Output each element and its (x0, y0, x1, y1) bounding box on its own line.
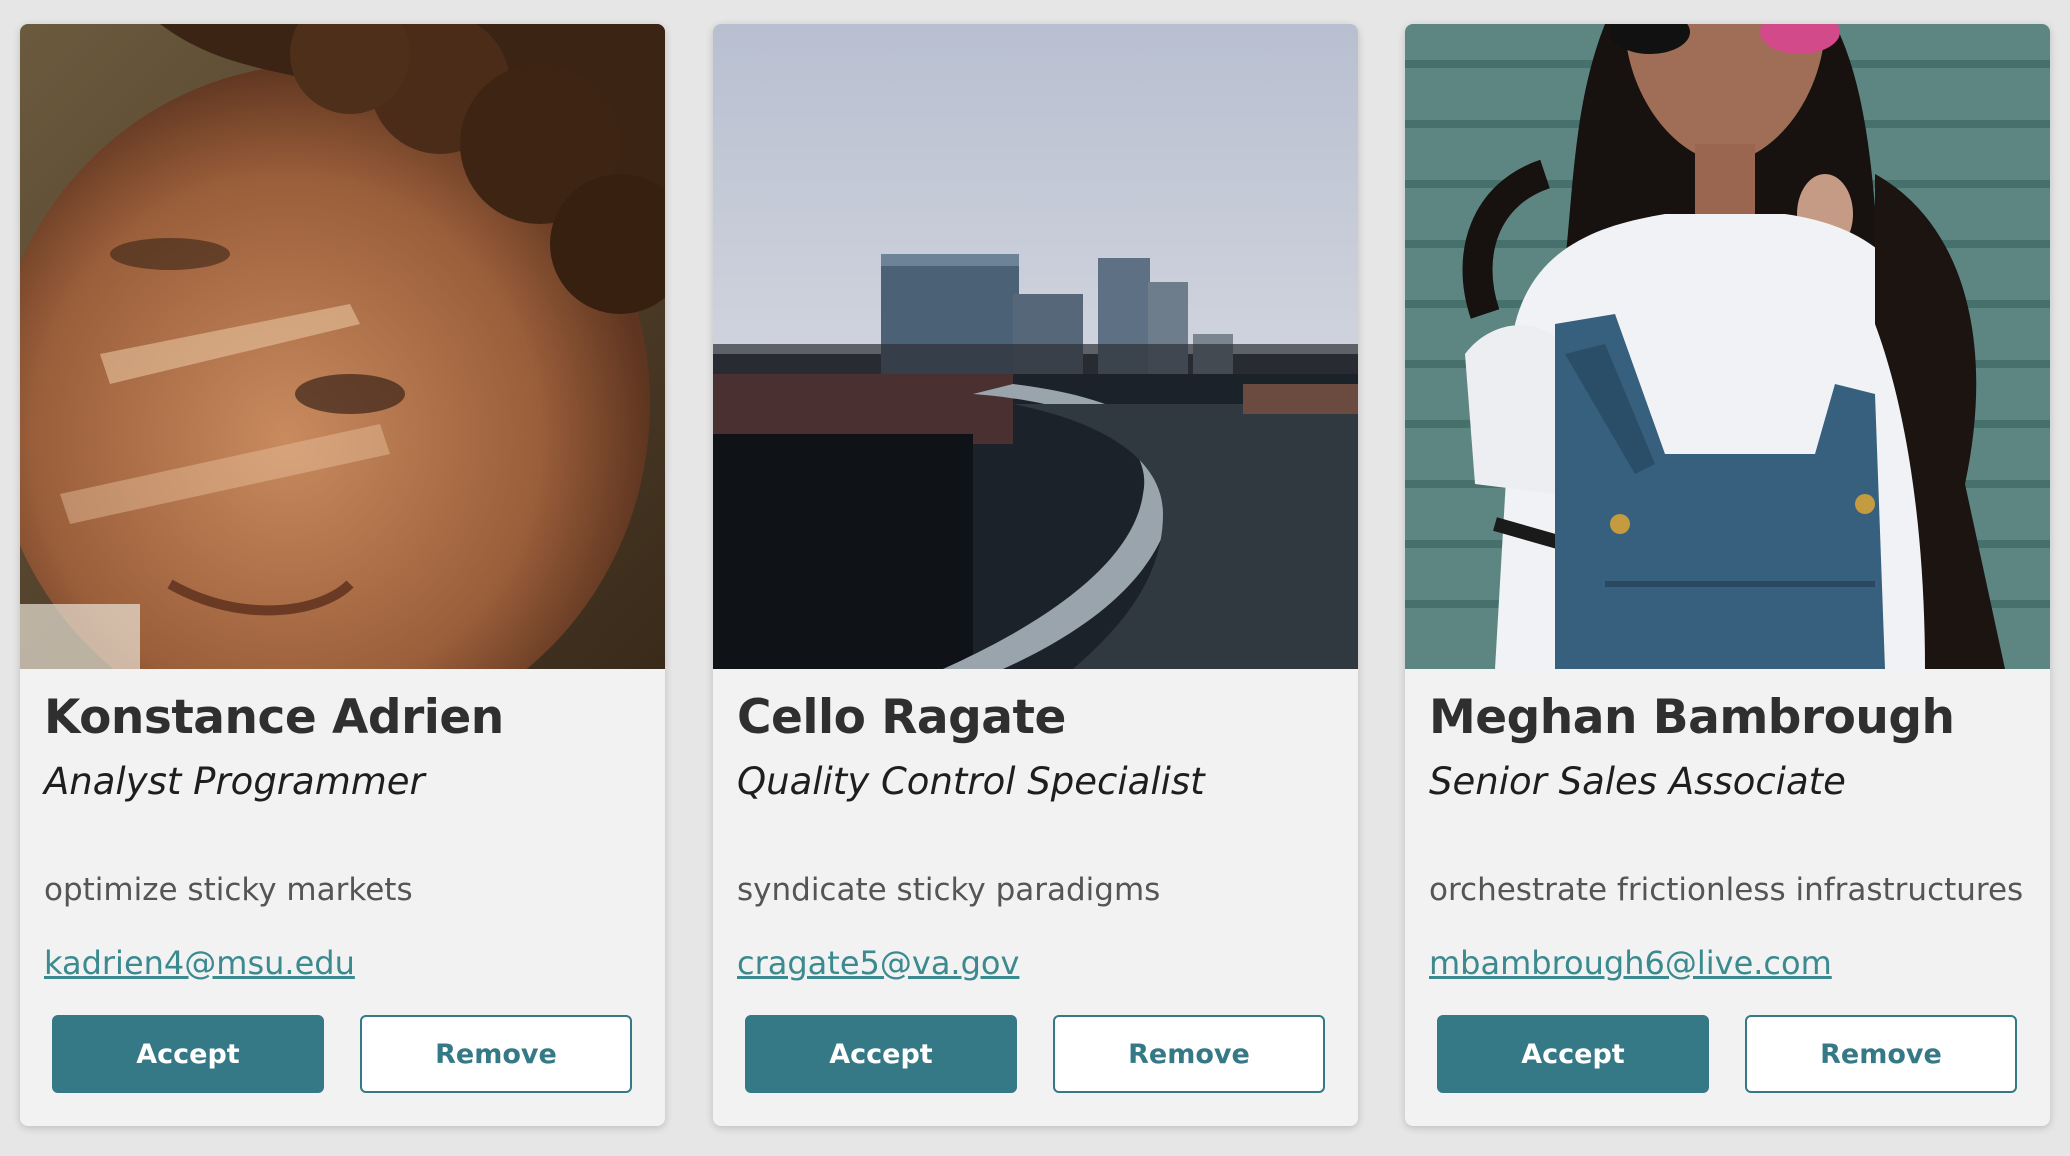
profile-card: Cello Ragate Quality Control Specialist … (713, 24, 1358, 1126)
email-link[interactable]: cragate5@va.gov (737, 944, 1019, 982)
profile-card: Konstance Adrien Analyst Programmer opti… (20, 24, 665, 1126)
person-name: Meghan Bambrough (1429, 690, 1955, 745)
job-title: Senior Sales Associate (1429, 760, 1846, 803)
accept-button[interactable]: Accept (52, 1015, 324, 1093)
person-description: syndicate sticky paradigms (737, 872, 1161, 908)
email-link[interactable]: mbambrough6@live.com (1429, 944, 1832, 982)
person-name: Konstance Adrien (44, 690, 504, 745)
person-name: Cello Ragate (737, 690, 1066, 745)
profile-photo (20, 24, 665, 669)
profile-card: Meghan Bambrough Senior Sales Associate … (1405, 24, 2050, 1126)
job-title: Quality Control Specialist (737, 760, 1205, 803)
accept-button[interactable]: Accept (745, 1015, 1017, 1093)
job-title: Analyst Programmer (44, 760, 425, 803)
remove-button[interactable]: Remove (360, 1015, 632, 1093)
remove-button[interactable]: Remove (1053, 1015, 1325, 1093)
person-description: orchestrate frictionless infrastructures (1429, 872, 2024, 908)
email-link[interactable]: kadrien4@msu.edu (44, 944, 355, 982)
profile-photo (713, 24, 1358, 669)
profile-photo (1405, 24, 2050, 669)
card-grid: Konstance Adrien Analyst Programmer opti… (0, 0, 2070, 1156)
person-description: optimize sticky markets (44, 872, 413, 908)
accept-button[interactable]: Accept (1437, 1015, 1709, 1093)
remove-button[interactable]: Remove (1745, 1015, 2017, 1093)
